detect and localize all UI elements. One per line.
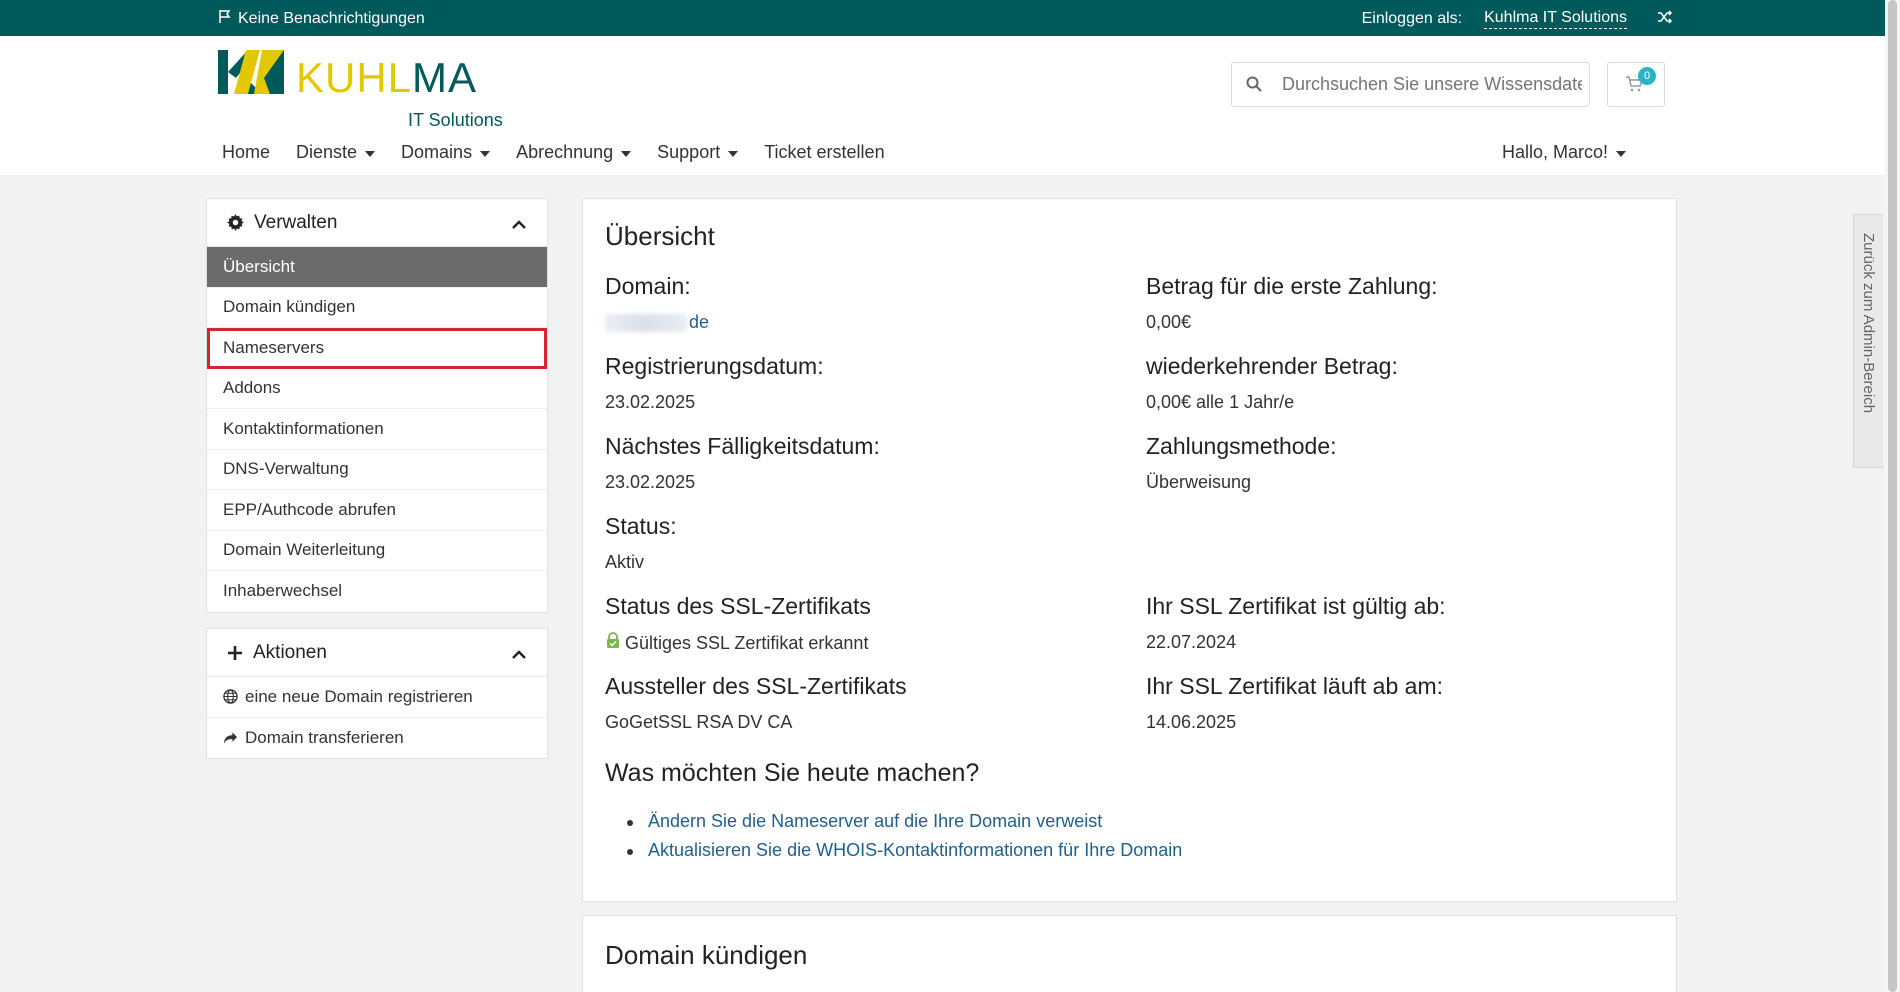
todo-list: Ändern Sie die Nameserver auf die Ihre D… <box>627 811 1182 869</box>
link-update-whois[interactable]: Aktualisieren Sie die WHOIS-Kontaktinfor… <box>627 840 1182 861</box>
field-ssl-expires: Ihr SSL Zertifikat läuft ab am: 14.06.20… <box>1146 673 1443 732</box>
action-transfer-domain[interactable]: Domain transferieren <box>207 718 547 759</box>
field-first-payment: Betrag für die erste Zahlung: 0,00€ <box>1146 273 1438 332</box>
field-payment-method: Zahlungsmethode: Überweisung <box>1146 433 1337 492</box>
chevron-up-icon[interactable] <box>511 215 527 237</box>
logo[interactable]: KUHLMA IT Solutions <box>218 50 538 130</box>
manage-panel-title: Verwalten <box>254 211 338 233</box>
user-menu[interactable]: Hallo, Marco! <box>1502 142 1626 163</box>
caret-down-icon <box>621 150 632 157</box>
logo-subtitle: IT Solutions <box>408 110 503 130</box>
sidebar-item-overview[interactable]: Übersicht <box>207 247 547 288</box>
field-ssl-issuer: Aussteller des SSL-Zertifikats GoGetSSL … <box>605 673 907 732</box>
sidebar-item-contact-info[interactable]: Kontaktinformationen <box>207 409 547 450</box>
notifications-label: Keine Benachrichtigungen <box>238 10 425 27</box>
top-bar: Keine Benachrichtigungen Einloggen als: … <box>0 0 1885 36</box>
overview-title: Übersicht <box>605 221 715 251</box>
back-to-admin-label: Zurück zum Admin-Bereich <box>1860 233 1877 414</box>
cart-count-badge: 0 <box>1638 67 1656 85</box>
link-change-nameservers[interactable]: Ändern Sie die Nameserver auf die Ihre D… <box>627 811 1182 832</box>
main-nav: Home Dienste Domains Abrechnung Support … <box>222 142 885 163</box>
login-account-link[interactable]: Kuhlma IT Solutions <box>1484 9 1627 29</box>
sidebar-item-nameservers[interactable]: Nameservers <box>207 328 547 369</box>
globe-icon <box>223 689 238 704</box>
sidebar-item-addons[interactable]: Addons <box>207 369 547 409</box>
sidebar-item-dns-management[interactable]: DNS-Verwaltung <box>207 450 547 490</box>
sidebar-item-domain-forwarding[interactable]: Domain Weiterleitung <box>207 531 547 571</box>
plus-icon <box>227 645 243 661</box>
actions-panel: Aktionen eine neue Domain registrieren D… <box>206 628 548 759</box>
back-to-admin-tab[interactable]: Zurück zum Admin-Bereich <box>1853 214 1883 468</box>
field-recurring-amount: wiederkehrender Betrag: 0,00€ alle 1 Jah… <box>1146 353 1398 412</box>
caret-down-icon <box>1616 150 1626 157</box>
search-icon <box>1246 76 1262 97</box>
site-header: KUHLMA IT Solutions 0 Home Dienste Domai… <box>0 36 1885 175</box>
gear-icon <box>227 214 244 231</box>
sidebar-item-cancel-domain[interactable]: Domain kündigen <box>207 288 547 328</box>
logo-wordmark: KUHLMA <box>296 54 478 101</box>
shuffle-icon[interactable] <box>1657 9 1673 29</box>
cart-button[interactable]: 0 <box>1607 62 1665 107</box>
nav-support[interactable]: Support <box>657 142 739 163</box>
caret-down-icon <box>480 150 491 157</box>
user-greeting: Hallo, Marco! <box>1501 142 1608 162</box>
manage-panel: Verwalten Übersicht Domain kündigen Name… <box>206 198 548 613</box>
redacted-domain <box>605 314 687 333</box>
field-status: Status: Aktiv <box>605 513 677 572</box>
nav-domains[interactable]: Domains <box>401 142 491 163</box>
logo-mark-icon <box>218 50 284 94</box>
nav-open-ticket[interactable]: Ticket erstellen <box>764 142 884 163</box>
lock-icon <box>605 632 621 654</box>
field-next-due-date: Nächstes Fälligkeitsdatum: 23.02.2025 <box>605 433 880 492</box>
flag-icon <box>218 9 232 29</box>
search-input[interactable] <box>1282 63 1582 106</box>
field-registration-date: Registrierungsdatum: 23.02.2025 <box>605 353 824 412</box>
sidebar-item-owner-change[interactable]: Inhaberwechsel <box>207 571 547 612</box>
search-box <box>1231 62 1590 107</box>
nav-home[interactable]: Home <box>222 142 270 163</box>
nav-services[interactable]: Dienste <box>296 142 376 163</box>
chevron-up-icon[interactable] <box>511 645 527 667</box>
cancel-domain-title: Domain kündigen <box>605 940 808 970</box>
sidebar-item-epp-code[interactable]: EPP/Authcode abrufen <box>207 490 547 531</box>
todo-heading: Was möchten Sie heute machen? <box>605 759 980 787</box>
cancel-domain-card: Domain kündigen <box>582 915 1677 992</box>
actions-panel-header[interactable]: Aktionen <box>207 629 547 677</box>
field-ssl-status: Status des SSL-Zertifikats Gültiges SSL … <box>605 593 871 654</box>
caret-down-icon <box>365 150 376 157</box>
overview-card: Übersicht Domain: de Betrag für die erst… <box>582 198 1677 902</box>
actions-panel-title: Aktionen <box>253 641 327 663</box>
field-domain: Domain: de <box>605 273 710 333</box>
login-label: Einloggen als: <box>1361 10 1463 27</box>
field-ssl-valid-from: Ihr SSL Zertifikat ist gültig ab: 22.07.… <box>1146 593 1446 652</box>
caret-down-icon <box>728 150 739 157</box>
scrollbar-thumb[interactable] <box>1888 0 1897 992</box>
action-register-domain[interactable]: eine neue Domain registrieren <box>207 677 547 718</box>
share-arrow-icon <box>223 731 238 745</box>
notifications-indicator[interactable]: Keine Benachrichtigungen <box>218 9 425 29</box>
manage-panel-header[interactable]: Verwalten <box>207 199 547 247</box>
page-scrollbar[interactable] <box>1885 0 1900 992</box>
nav-billing[interactable]: Abrechnung <box>516 142 632 163</box>
domain-link[interactable]: de <box>605 312 709 333</box>
